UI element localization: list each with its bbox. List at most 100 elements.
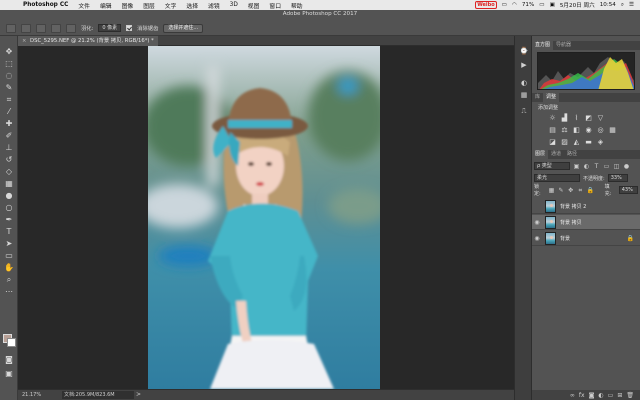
healing-brush-tool-icon[interactable]: ✚ [3, 118, 15, 129]
properties-icon[interactable]: ⎍ [519, 106, 529, 116]
opacity-input[interactable]: 33% [607, 174, 628, 182]
menu-window[interactable]: 窗口 [264, 1, 286, 10]
filter-shape-icon[interactable]: ▭ [603, 163, 610, 170]
blend-mode-select[interactable]: 柔光 [534, 174, 580, 182]
select-mask-button[interactable]: 选择并遮住... [163, 23, 204, 33]
brush-tool-icon[interactable]: ✐ [3, 130, 15, 141]
screen-mode-icon[interactable]: ▣ [3, 368, 15, 379]
close-icon[interactable]: × [22, 36, 30, 46]
intersect-selection-button[interactable] [66, 23, 76, 33]
eyedropper-tool-icon[interactable]: ⁄ [3, 106, 15, 117]
photo-filter-icon[interactable]: ◉ [584, 126, 593, 135]
layer-row[interactable]: ◉ 背景 拷贝 [532, 215, 640, 230]
eye-icon[interactable]: ◉ [532, 219, 542, 226]
eraser-tool-icon[interactable]: ◇ [3, 166, 15, 177]
menu-layer[interactable]: 图层 [138, 1, 160, 10]
threshold-icon[interactable]: ◭ [572, 138, 581, 147]
menu-edit[interactable]: 编辑 [95, 1, 117, 10]
status-menu-arrow[interactable]: > [136, 391, 141, 398]
filter-smart-icon[interactable]: ◫ [613, 163, 620, 170]
new-layer-icon[interactable]: ⊞ [617, 392, 622, 399]
menu-image[interactable]: 图像 [117, 1, 139, 10]
layer-filter-select[interactable]: ρ 类型 [534, 162, 570, 170]
spotlight-icon[interactable]: ⌕ [621, 2, 624, 9]
lasso-preset-button[interactable] [6, 23, 16, 33]
feather-input[interactable]: 0 像素 [98, 24, 122, 32]
hand-tool-icon[interactable]: ✋ [3, 262, 15, 273]
add-selection-button[interactable] [36, 23, 46, 33]
play-icon[interactable]: ▶ [519, 60, 529, 70]
eye-icon[interactable]: ◉ [532, 235, 542, 242]
photo-image[interactable] [148, 46, 380, 389]
menu-select[interactable]: 选择 [181, 1, 203, 10]
layer-row[interactable]: 背景 拷贝 2 [532, 199, 640, 214]
menu-help[interactable]: 帮助 [286, 1, 308, 10]
battery-icon[interactable]: ▭ [539, 2, 544, 8]
dodge-tool-icon[interactable]: ○ [3, 202, 15, 213]
quick-select-tool-icon[interactable]: ✎ [3, 82, 15, 93]
tab-channels[interactable]: 通道 [548, 150, 564, 159]
link-icon[interactable]: ∞ [570, 392, 575, 399]
filter-adjust-icon[interactable]: ◐ [583, 163, 590, 170]
gradient-map-icon[interactable]: ▬ [584, 138, 593, 147]
tab-paths[interactable]: 路径 [564, 150, 580, 159]
subtract-selection-button[interactable] [51, 23, 61, 33]
filter-type-icon[interactable]: T [593, 163, 600, 170]
tab-histogram[interactable]: 直方图 [532, 41, 554, 50]
lock-position-icon[interactable]: ✥ [567, 187, 574, 194]
tab-libraries[interactable]: 库 [532, 93, 543, 102]
zoom-tool-icon[interactable]: ⌕ [3, 274, 15, 285]
color-lookup-icon[interactable]: ▦ [608, 126, 617, 135]
channel-mixer-icon[interactable]: ◎ [596, 126, 605, 135]
menu-type[interactable]: 文字 [160, 1, 182, 10]
fx-icon[interactable]: fx [579, 392, 585, 399]
tab-layers[interactable]: 图层 [532, 150, 549, 159]
layer-row[interactable]: ◉ 背景 🔒 [532, 231, 640, 246]
filter-toggle-icon[interactable]: ● [623, 163, 630, 170]
crop-tool-icon[interactable]: ⌗ [3, 94, 15, 105]
tab-navigator[interactable]: 导航器 [553, 41, 574, 50]
curves-icon[interactable]: ⌇ [572, 114, 581, 123]
folder-icon[interactable]: ▭ [608, 392, 614, 399]
new-selection-button[interactable] [21, 23, 31, 33]
zoom-level[interactable]: 21.17% [22, 392, 41, 398]
swatches-icon[interactable]: ▦ [519, 90, 529, 100]
trash-icon[interactable]: 🗑 [626, 392, 634, 399]
lock-transparent-icon[interactable]: ▦ [548, 187, 555, 194]
posterize-icon[interactable]: ▨ [560, 138, 569, 147]
wifi-icon[interactable]: ◠ [512, 2, 517, 8]
menubar-time[interactable]: 10:54 [600, 2, 616, 8]
pen-tool-icon[interactable]: ✒ [3, 214, 15, 225]
type-tool-icon[interactable]: T [3, 226, 15, 237]
black-white-icon[interactable]: ◧ [572, 126, 581, 135]
more-tools-icon[interactable]: ⋯ [3, 286, 15, 297]
flag-icon[interactable]: ▣ [550, 2, 555, 8]
color-balance-icon[interactable]: ⚖ [560, 126, 569, 135]
vibrance-icon[interactable]: ▽ [596, 114, 605, 123]
history-brush-tool-icon[interactable]: ↺ [3, 154, 15, 165]
exposure-icon[interactable]: ◩ [584, 114, 593, 123]
fill-input[interactable]: 43% [618, 186, 638, 194]
quick-mask-icon[interactable]: ◙ [3, 354, 15, 365]
blur-tool-icon[interactable]: ● [3, 190, 15, 201]
tab-adjustments[interactable]: 调整 [543, 93, 560, 102]
history-icon[interactable]: ⌚ [519, 46, 529, 56]
levels-icon[interactable]: ▟ [560, 114, 569, 123]
menu-file[interactable]: 文件 [73, 1, 95, 10]
mask-icon[interactable]: ◙ [589, 392, 595, 399]
menu-3d[interactable]: 3D [225, 2, 243, 8]
menu-app[interactable]: Photoshop CC [18, 2, 73, 8]
weibo-icon[interactable]: Weibo [475, 1, 497, 9]
lock-all-icon[interactable]: 🔒 [587, 187, 594, 194]
canvas-area[interactable] [18, 46, 514, 389]
gradient-tool-icon[interactable]: ▦ [3, 178, 15, 189]
filter-pixel-icon[interactable]: ▣ [573, 163, 580, 170]
lock-artboard-icon[interactable]: ⌗ [577, 187, 584, 194]
lasso-tool-icon[interactable]: ◌ [3, 70, 15, 81]
marquee-tool-icon[interactable]: ⬚ [3, 58, 15, 69]
path-select-tool-icon[interactable]: ➤ [3, 238, 15, 249]
adjustment-icon[interactable]: ◐ [598, 392, 603, 399]
move-tool-icon[interactable]: ✥ [3, 46, 15, 57]
background-color-swatch[interactable] [7, 338, 16, 347]
lock-image-icon[interactable]: ✎ [558, 187, 565, 194]
